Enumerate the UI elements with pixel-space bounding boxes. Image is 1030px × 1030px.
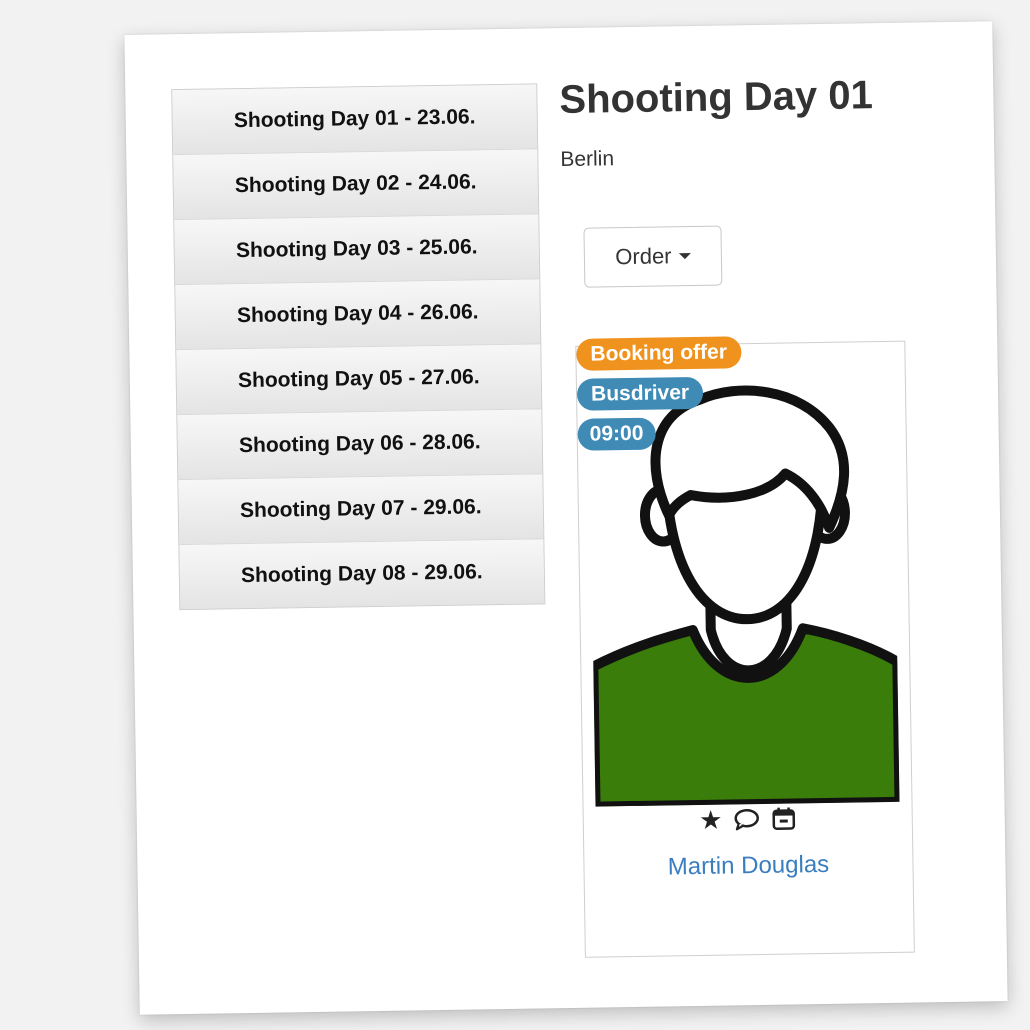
day-item-07[interactable]: Shooting Day 07 - 29.06. xyxy=(178,474,544,546)
day-item-06[interactable]: Shooting Day 06 - 28.06. xyxy=(177,409,543,481)
person-card: Booking offer Busdriver 09:00 ★ Martin D… xyxy=(575,336,915,958)
day-item-01[interactable]: Shooting Day 01 - 23.06. xyxy=(172,84,538,156)
card-action-icons: ★ xyxy=(584,804,912,835)
role-badge: Busdriver xyxy=(576,376,704,411)
location-label: Berlin xyxy=(560,147,615,172)
comment-icon[interactable] xyxy=(732,807,760,831)
star-icon[interactable]: ★ xyxy=(699,805,723,835)
page-sheet: Shooting Day 01 - 23.06. Shooting Day 02… xyxy=(124,21,1008,1015)
day-item-05[interactable]: Shooting Day 05 - 27.06. xyxy=(176,344,542,416)
caret-down-icon xyxy=(678,253,691,260)
booking-status-badge: Booking offer xyxy=(576,336,742,371)
order-dropdown-button[interactable]: Order xyxy=(583,225,723,288)
day-item-04[interactable]: Shooting Day 04 - 26.06. xyxy=(175,279,541,351)
time-badge: 09:00 xyxy=(577,417,656,451)
page-title: Shooting Day 01 xyxy=(559,73,874,123)
order-button-label: Order xyxy=(615,243,672,270)
shooting-day-list: Shooting Day 01 - 23.06. Shooting Day 02… xyxy=(171,83,546,611)
calendar-icon[interactable] xyxy=(770,805,796,831)
day-item-03[interactable]: Shooting Day 03 - 25.06. xyxy=(174,214,540,286)
day-item-02[interactable]: Shooting Day 02 - 24.06. xyxy=(173,149,539,221)
day-item-08[interactable]: Shooting Day 08 - 29.06. xyxy=(179,539,545,610)
person-name-link[interactable]: Martin Douglas xyxy=(584,850,912,883)
